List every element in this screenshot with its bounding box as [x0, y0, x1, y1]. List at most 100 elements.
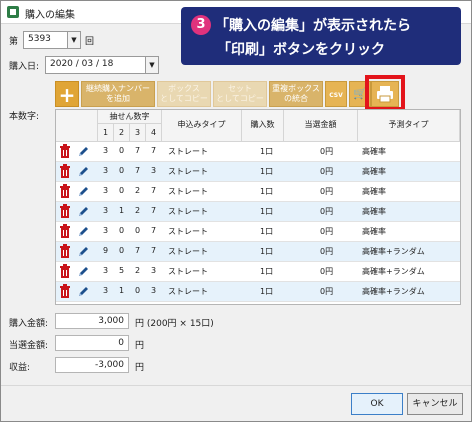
pencil-icon[interactable]	[76, 204, 90, 219]
digit-cell: 1	[119, 206, 125, 215]
digit-header-3: 3	[130, 124, 146, 142]
round-value: 5393	[28, 34, 51, 44]
win-amount-unit: 円	[135, 341, 145, 351]
digit-header-4: 4	[146, 124, 162, 142]
digit-cell: 2	[135, 266, 141, 275]
digit-cell: 7	[151, 186, 157, 195]
trash-icon[interactable]	[58, 244, 72, 259]
digit-cell: 0	[119, 166, 125, 175]
numbers-label: 本数字:	[9, 112, 40, 122]
predict-cell: 高確率	[362, 167, 386, 176]
trash-icon[interactable]	[58, 204, 72, 219]
instruction-callout: 3 「購入の編集」が表示されたら 「印刷」ボタンをクリック	[181, 7, 461, 65]
pencil-icon[interactable]	[76, 184, 90, 199]
purchase-amount-field[interactable]: 3,000	[55, 313, 129, 329]
cancel-button[interactable]: キャンセル	[407, 393, 463, 415]
callout-line-1: 「購入の編集」が表示されたら	[215, 18, 411, 34]
win-amount-field[interactable]: 0	[55, 335, 129, 351]
digit-cell: 7	[135, 246, 141, 255]
table-row[interactable]: 3 0 7 3 ストレート 1口 0円 高確率	[56, 162, 460, 182]
window-title: 購入の編集	[25, 10, 75, 21]
actions-header	[56, 110, 98, 142]
add-row-button[interactable]: +	[55, 81, 79, 107]
merge-duplicate-box-button[interactable]: 重複ボックス の統合	[269, 81, 323, 107]
trash-icon[interactable]	[58, 284, 72, 299]
digit-cell: 7	[135, 166, 141, 175]
digit-cell: 3	[103, 146, 109, 155]
purchase-amount-label: 購入金額:	[9, 319, 49, 329]
predict-cell: 高確率	[362, 227, 386, 236]
digit-cell: 7	[151, 146, 157, 155]
csv-icon: CSV	[329, 92, 343, 99]
trash-icon[interactable]	[58, 264, 72, 279]
set-copy-label-2: としてコピー	[216, 94, 264, 103]
digit-cell: 7	[151, 206, 157, 215]
ok-button[interactable]: OK	[351, 393, 403, 415]
win-amount-label: 当選金額:	[9, 341, 49, 351]
win-cell: 0円	[320, 227, 334, 236]
chevron-down-icon[interactable]: ▼	[67, 32, 80, 48]
pencil-icon[interactable]	[76, 164, 90, 179]
pencil-icon[interactable]	[76, 264, 90, 279]
dup-box-label-2: の統合	[284, 94, 308, 103]
date-picker[interactable]: 2020 / 03 / 18 ▼	[45, 56, 159, 74]
type-cell: ストレート	[168, 287, 208, 296]
calendar-dropdown-icon[interactable]: ▼	[145, 57, 158, 73]
predict-cell: 高確率	[362, 147, 386, 156]
table-row[interactable]: 3 0 0 7 ストレート 1口 0円 高確率	[56, 222, 460, 242]
dup-box-label-1: 重複ボックス	[272, 84, 320, 93]
table-row[interactable]: 3 0 7 7 ストレート 1口 0円 高確率	[56, 142, 460, 162]
digit-cell: 2	[135, 186, 141, 195]
digit-cell: 2	[135, 206, 141, 215]
table-row[interactable]: 3 5 2 3 ストレート 1口 0円 高確率+ランダム	[56, 262, 460, 282]
digit-cell: 3	[103, 266, 109, 275]
digit-cell: 0	[135, 226, 141, 235]
count-cell: 1口	[260, 247, 274, 256]
type-cell: ストレート	[168, 147, 208, 156]
count-cell: 1口	[260, 207, 274, 216]
digit-cell: 5	[119, 266, 125, 275]
type-cell: ストレート	[168, 227, 208, 236]
pencil-icon[interactable]	[76, 224, 90, 239]
set-copy-button[interactable]: セット としてコピー	[213, 81, 267, 107]
pencil-icon[interactable]	[76, 244, 90, 259]
round-suffix: 回	[85, 37, 95, 47]
digit-cell: 3	[103, 286, 109, 295]
digit-cell: 9	[103, 246, 109, 255]
balance-label: 収益:	[9, 363, 31, 373]
pencil-icon[interactable]	[76, 144, 90, 159]
predict-cell: 高確率	[362, 207, 386, 216]
type-cell: ストレート	[168, 167, 208, 176]
pencil-icon[interactable]	[76, 284, 90, 299]
digit-header-2: 2	[114, 124, 130, 142]
digit-cell: 0	[135, 286, 141, 295]
trash-icon[interactable]	[58, 224, 72, 239]
digit-cell: 3	[103, 206, 109, 215]
win-cell: 0円	[320, 167, 334, 176]
balance-field[interactable]: -3,000	[55, 357, 129, 373]
trash-icon[interactable]	[58, 184, 72, 199]
type-header: 申込みタイプ	[162, 110, 242, 142]
digit-cell: 7	[151, 246, 157, 255]
digit-header-1: 1	[98, 124, 114, 142]
count-cell: 1口	[260, 227, 274, 236]
trash-icon[interactable]	[58, 164, 72, 179]
box-copy-button[interactable]: ボックス としてコピー	[157, 81, 211, 107]
csv-export-button[interactable]: CSV	[325, 81, 347, 107]
round-label: 第	[9, 37, 19, 47]
win-cell: 0円	[320, 187, 334, 196]
balance-unit: 円	[135, 363, 145, 373]
add-continuous-number-button[interactable]: 継続購入ナンバー を追加	[81, 81, 155, 107]
app-icon	[7, 6, 19, 18]
table-row[interactable]: 3 0 2 7 ストレート 1口 0円 高確率	[56, 182, 460, 202]
table-row[interactable]: 3 1 2 7 ストレート 1口 0円 高確率	[56, 202, 460, 222]
trash-icon[interactable]	[58, 144, 72, 159]
step-number: 3	[191, 15, 211, 35]
digit-cell: 3	[151, 286, 157, 295]
table-row[interactable]: 9 0 7 7 ストレート 1口 0円 高確率+ランダム	[56, 242, 460, 262]
table-row[interactable]: 3 1 0 3 ストレート 1口 0円 高確率+ランダム	[56, 282, 460, 302]
type-cell: ストレート	[168, 267, 208, 276]
round-select[interactable]: 5393 ▼	[23, 31, 81, 49]
digit-cell: 0	[119, 226, 125, 235]
digits-group-header: 抽せん数字	[98, 110, 162, 124]
